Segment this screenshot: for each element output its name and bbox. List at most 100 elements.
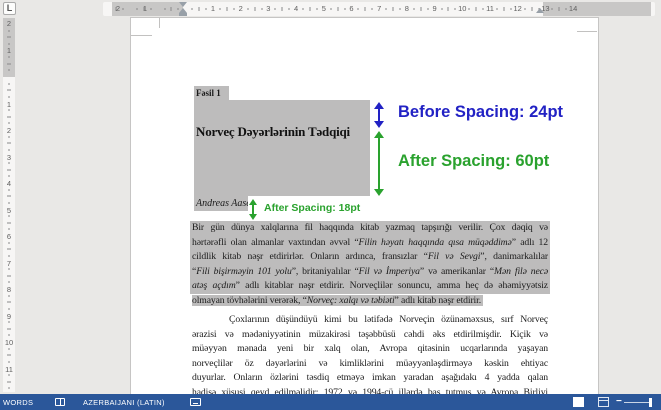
keyboard-layout-icon[interactable] — [190, 398, 201, 406]
ruler-mark — [378, 136, 380, 191]
ruler-number: 7 — [7, 260, 11, 268]
print-layout-view-icon[interactable] — [573, 397, 584, 407]
ruler-tick — [7, 381, 11, 382]
ruler-tick — [8, 189, 10, 190]
language-status[interactable]: AZERBAIJANI (LATIN) — [83, 398, 165, 407]
ruler-tick — [7, 275, 11, 276]
ruler-tick — [8, 282, 10, 283]
ruler-number: 1 — [7, 47, 11, 55]
ruler-tick — [337, 7, 338, 11]
ruler-number: 9 — [433, 5, 437, 13]
after-spacing-18-label: After Spacing: 18pt — [264, 202, 360, 214]
ruler-tick — [7, 169, 11, 170]
ruler-tick — [7, 328, 11, 329]
ruler-number: 6 — [349, 5, 353, 13]
ruler-tick — [566, 8, 567, 10]
ruler-mark — [249, 214, 257, 220]
ruler-tick — [7, 116, 11, 117]
ruler-tick — [8, 70, 10, 71]
ruler-tick — [510, 8, 511, 10]
tab-selector[interactable]: L — [3, 2, 16, 15]
ruler-tick — [7, 196, 11, 197]
ruler-tick — [8, 269, 10, 270]
ruler-tick — [289, 8, 290, 10]
ruler-tick — [233, 8, 234, 10]
text-line: ərazisi və mədəniyyətinin müzakirəsi təş… — [190, 328, 550, 343]
word-count-status[interactable]: WORDS — [3, 398, 33, 407]
zoom-slider[interactable] — [624, 402, 650, 403]
ruler-tick — [7, 37, 11, 38]
ruler-number: 4 — [7, 180, 11, 188]
ruler-number: 2 — [7, 20, 11, 28]
ruler-tick — [393, 7, 394, 11]
proofing-status-icon[interactable] — [55, 398, 65, 406]
right-indent-marker[interactable] — [536, 8, 544, 13]
zoom-out-icon[interactable]: − — [616, 396, 622, 407]
document-page[interactable]: Fəsil 1 Norveç Dəyərlərinin Tədqiqi Andr… — [131, 18, 598, 394]
before-spacing-arrow — [374, 102, 384, 128]
ruler-tick — [8, 163, 10, 164]
ruler-tick — [552, 8, 553, 10]
ruler-tick — [8, 216, 10, 217]
ruler-tick — [344, 8, 345, 10]
ruler-tick — [8, 348, 10, 349]
ruler-mark — [374, 131, 384, 138]
ruler-tick — [469, 8, 470, 10]
ruler-tick — [247, 8, 248, 10]
text-line: olmayan tövhələrini verərək, “Norveç: xa… — [190, 294, 550, 309]
first-line-indent-marker[interactable] — [179, 2, 187, 7]
chapter-label[interactable]: Fəsil 1 — [194, 86, 229, 100]
ruler-tick — [8, 295, 10, 296]
document-title[interactable]: Norveç Dəyərlərinin Tədqiqi — [196, 124, 350, 140]
horizontal-ruler[interactable]: 211234567891011121314 — [103, 2, 655, 16]
ruler-tick — [171, 7, 172, 11]
left-indent-marker[interactable] — [179, 13, 187, 16]
ruler-tick — [219, 8, 220, 10]
ruler-tick — [8, 229, 10, 230]
ruler-tick — [386, 8, 387, 10]
web-layout-view-icon[interactable] — [598, 397, 609, 407]
ruler-number: 14 — [569, 5, 577, 13]
ruler-tick — [400, 8, 401, 10]
ruler-tick — [275, 8, 276, 10]
paragraph-2[interactable]: Çoxlarının düşündüyü kimi bu lətifədə No… — [190, 313, 550, 394]
ruler-tick — [7, 143, 11, 144]
ruler-tick — [116, 7, 117, 11]
ruler-tick — [8, 322, 10, 323]
after-spacing-60-label: After Spacing: 60pt — [398, 152, 549, 171]
author-name[interactable]: Andreas Aase — [194, 196, 253, 211]
ruler-tick — [365, 7, 366, 11]
ruler-tick — [123, 8, 124, 10]
ruler-mark — [374, 121, 384, 128]
margin-crop-mark — [131, 35, 152, 36]
text-line: duyurlar. Onların özlərini təsdiq etməyə… — [190, 371, 550, 386]
ruler-tick — [282, 7, 283, 11]
ruler-tick — [7, 302, 11, 303]
ruler-number: 10 — [458, 5, 466, 13]
ruler-tick — [7, 63, 11, 64]
text-line: Bir gün dünya xalqlarına fil haqqında ki… — [190, 221, 550, 236]
ruler-tick — [150, 8, 151, 10]
after-spacing-60-arrow — [374, 131, 384, 196]
heading-highlight-block: Norveç Dəyərlərinin Tədqiqi — [194, 100, 370, 196]
ruler-tick — [358, 8, 359, 10]
ruler-number: 10 — [5, 339, 13, 347]
ruler-tick — [8, 308, 10, 309]
ruler-tick — [441, 8, 442, 10]
margin-crop-mark — [159, 18, 160, 28]
ruler-tick — [483, 8, 484, 10]
paragraph-1[interactable]: Bir gün dünya xalqlarına fil haqqında ki… — [190, 221, 550, 309]
zoom-slider-thumb[interactable] — [649, 398, 652, 407]
text-line: cildlik kitab nəşr etdirirlər. Onların a… — [190, 250, 550, 265]
ruler-tick — [503, 7, 504, 11]
ruler-tick — [7, 222, 11, 223]
ruler-number: 5 — [322, 5, 326, 13]
ruler-tick — [524, 8, 525, 10]
ruler-tick — [206, 8, 207, 10]
ruler-tick — [372, 8, 373, 10]
text-line: “Fili bişirməyin 101 yolu”, britaniyalıl… — [190, 265, 550, 280]
ruler-tick — [559, 7, 560, 11]
vertical-ruler[interactable]: 211234567891011 — [3, 18, 15, 392]
ruler-tick — [254, 7, 255, 11]
ruler-mark — [374, 102, 384, 109]
